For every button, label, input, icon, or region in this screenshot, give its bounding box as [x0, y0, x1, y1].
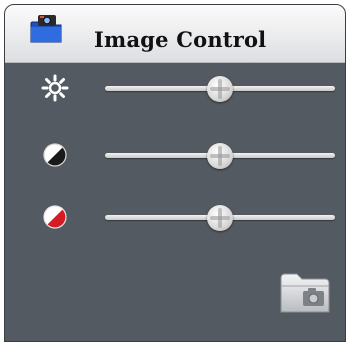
panel-header: Image Control: [5, 5, 345, 63]
image-control-panel: Image Control: [4, 4, 346, 342]
brightness-row: [5, 68, 345, 108]
saturation-slider[interactable]: [105, 205, 335, 231]
saturation-slider-thumb[interactable]: [207, 205, 233, 231]
contrast-slider-thumb[interactable]: [207, 143, 233, 169]
brightness-sun-icon: [41, 74, 69, 102]
contrast-row: [5, 135, 345, 175]
brightness-slider-thumb[interactable]: [207, 76, 233, 102]
brightness-slider[interactable]: [105, 76, 335, 102]
saturation-row: [5, 197, 345, 237]
photo-folder-icon[interactable]: [278, 270, 332, 316]
saturation-circle-icon: [43, 205, 67, 229]
contrast-slider[interactable]: [105, 143, 335, 169]
panel-title: Image Control: [94, 27, 267, 52]
contrast-circle-icon: [43, 143, 67, 167]
camera-folder-icon: [30, 15, 62, 43]
